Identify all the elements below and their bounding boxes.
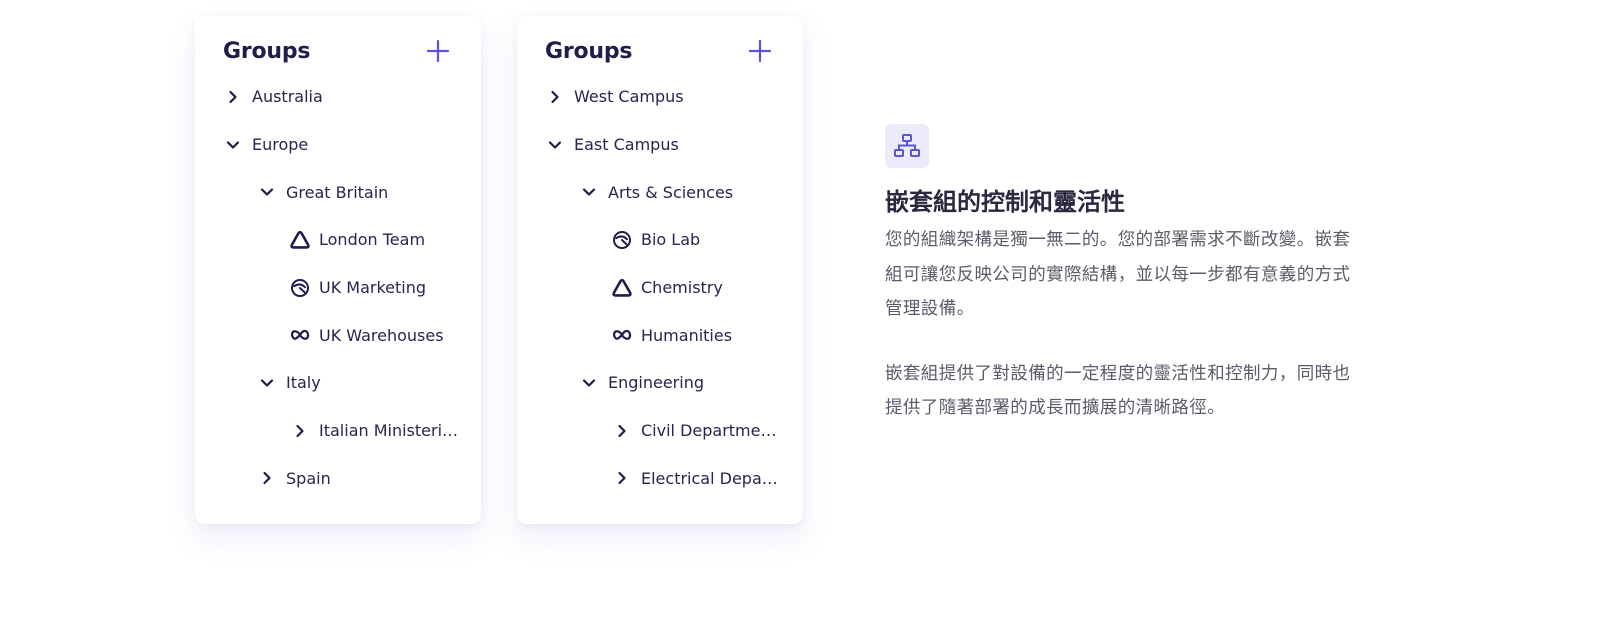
feature-paragraph: 嵌套組提供了對設備的一定程度的靈活性和控制力，同時也 提供了隨著部署的成長而擴展…: [885, 357, 1405, 426]
tree-item-label: Engineering: [608, 373, 704, 393]
plus-icon: [749, 40, 771, 62]
infinity-logo-icon: [290, 325, 310, 345]
tree-item-label: Great Britain: [286, 182, 389, 202]
card-title: Groups: [545, 38, 633, 64]
add-group-button[interactable]: [747, 38, 773, 64]
tree-item-label: Italian Ministeri…: [319, 421, 459, 441]
tree-item[interactable]: Italian Ministeri…: [195, 407, 481, 455]
group-tree: West Campus East Campus Arts & Sciences Bio…: [517, 73, 803, 502]
chevron-down-icon: [257, 182, 277, 202]
gauge-logo-icon: [612, 230, 632, 250]
tree-item-label: Civil Departmen…: [641, 421, 783, 441]
add-group-button[interactable]: [425, 38, 451, 64]
paragraph-line: 嵌套組提供了對設備的一定程度的靈活性和控制力，同時也: [885, 363, 1351, 384]
tree-item[interactable]: UK Warehouses: [195, 311, 481, 359]
page: Groups Australia Europe Great Britain Londo…: [0, 0, 1600, 631]
paragraph-line: 提供了隨著部署的成長而擴展的清晰路徑。: [885, 398, 1226, 418]
triangle-logo-icon: [290, 230, 310, 250]
tree-item-label: London Team: [319, 230, 426, 250]
plus-icon: [427, 40, 449, 62]
chevron-right-icon: [223, 87, 243, 107]
feature-section: 嵌套組的控制和靈活性 您的組織架構是獨一無二的。您的部署需求不斷改變。嵌套 組可…: [885, 124, 1405, 426]
chevron-right-icon: [612, 468, 632, 488]
tree-item[interactable]: East Campus: [517, 121, 803, 169]
tree-item-label: Australia: [252, 87, 323, 107]
card-header: Groups: [223, 36, 451, 66]
chevron-right-icon: [612, 421, 632, 441]
tree-item[interactable]: Civil Departmen…: [517, 407, 803, 455]
chevron-right-icon: [290, 421, 310, 441]
tree-item-label: UK Warehouses: [319, 325, 444, 345]
tree-item[interactable]: West Campus: [517, 73, 803, 121]
chevron-right-icon: [257, 468, 277, 488]
card-header: Groups: [545, 36, 773, 66]
tree-item-label: Humanities: [641, 325, 733, 345]
tree-item[interactable]: Engineering: [517, 359, 803, 407]
chevron-down-icon: [257, 373, 277, 393]
paragraph-line: 您的組織架構是獨一無二的。您的部署需求不斷改變。嵌套: [885, 230, 1351, 250]
tree-item-label: UK Marketing: [319, 278, 427, 298]
infinity-logo-icon: [612, 325, 632, 345]
tree-item[interactable]: Spain: [195, 455, 481, 503]
tree-item[interactable]: UK Marketing: [195, 264, 481, 312]
chevron-down-icon: [223, 135, 243, 155]
feature-title: 嵌套組的控制和靈活性: [885, 188, 1125, 216]
chevron-right-icon: [545, 87, 565, 107]
tree-item-label: Italy: [286, 373, 321, 393]
tree-item[interactable]: Bio Lab: [517, 216, 803, 264]
chevron-down-icon: [579, 373, 599, 393]
paragraph-line: 組可讓您反映公司的實際結構，並以每一步都有意義的方式: [885, 264, 1351, 285]
group-tree: Australia Europe Great Britain London Team U…: [195, 73, 481, 502]
tree-item-label: Europe: [252, 135, 309, 155]
groups-card-regions: Groups Australia Europe Great Britain Londo…: [195, 16, 481, 524]
tree-item[interactable]: Electrical Depar…: [517, 455, 803, 503]
tree-item[interactable]: Chemistry: [517, 264, 803, 312]
tree-item[interactable]: Italy: [195, 359, 481, 407]
tree-item-label: Electrical Depar…: [641, 468, 783, 488]
triangle-logo-icon: [612, 278, 632, 298]
tree-item[interactable]: London Team: [195, 216, 481, 264]
tree-item[interactable]: Arts & Sciences: [517, 168, 803, 216]
tree-item[interactable]: Australia: [195, 73, 481, 121]
feature-paragraph: 您的組織架構是獨一無二的。您的部署需求不斷改變。嵌套 組可讓您反映公司的實際結構…: [885, 223, 1405, 327]
tree-item-label: West Campus: [574, 87, 684, 107]
feature-icon-box: [885, 124, 929, 168]
tree-item[interactable]: Great Britain: [195, 168, 481, 216]
chevron-down-icon: [545, 135, 565, 155]
tree-item[interactable]: Humanities: [517, 311, 803, 359]
tree-item-label: Spain: [286, 468, 331, 488]
tree-item-label: Arts & Sciences: [608, 182, 734, 202]
tree-item-label: Bio Lab: [641, 230, 701, 250]
tree-item-label: Chemistry: [641, 278, 723, 298]
tree-item-label: East Campus: [574, 135, 679, 155]
chevron-down-icon: [579, 182, 599, 202]
gauge-logo-icon: [290, 278, 310, 298]
groups-card-campus: Groups West Campus East Campus Arts & Scie…: [517, 16, 803, 524]
hierarchy-icon: [894, 134, 920, 157]
card-title: Groups: [223, 38, 311, 64]
tree-item[interactable]: Europe: [195, 121, 481, 169]
paragraph-line: 管理設備。: [885, 299, 975, 319]
